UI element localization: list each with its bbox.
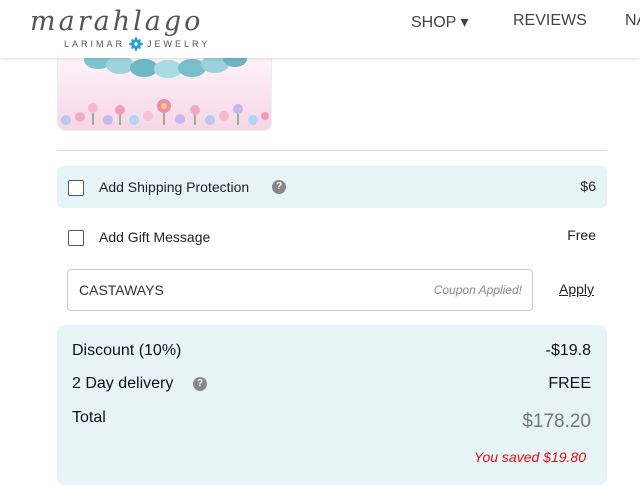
delivery-value: FREE: [548, 375, 591, 392]
main-nav: SHOP ▾ REVIEWS NA: [0, 12, 640, 32]
savings-text: You saved $19.80: [473, 449, 586, 465]
nav-more[interactable]: NA: [625, 12, 640, 30]
help-icon[interactable]: ?: [272, 180, 286, 194]
gift-message-checkbox[interactable]: [68, 230, 84, 246]
order-summary: Discount (10%) -$19.8 2 Day delivery ? F…: [57, 325, 607, 485]
nav-shop[interactable]: SHOP ▾: [411, 12, 469, 32]
logo-sub-right: JEWELRY: [147, 39, 211, 49]
coupon-status: Coupon Applied!: [433, 283, 522, 297]
delivery-label: 2 Day delivery: [72, 375, 174, 392]
discount-value: -$19.8: [545, 342, 591, 359]
coupon-input[interactable]: CASTAWAYS Coupon Applied!: [67, 269, 533, 311]
total-label: Total: [72, 409, 106, 426]
nav-reviews[interactable]: REVIEWS: [513, 12, 587, 30]
apply-coupon-button[interactable]: Apply: [559, 281, 594, 297]
site-header: marahlago LARIMAR JEWELRY SHOP ▾ REVIEWS…: [0, 0, 640, 58]
shipping-protection-row[interactable]: Add Shipping Protection ? $6: [57, 166, 607, 208]
floral-border: [61, 99, 269, 125]
section-divider: [57, 150, 607, 151]
logo-sub-left: LARIMAR: [64, 39, 126, 49]
coupon-code-value: CASTAWAYS: [79, 282, 164, 298]
flower-icon: [129, 37, 144, 51]
gift-message-price: Free: [567, 227, 596, 243]
shipping-protection-price: $6: [580, 178, 596, 194]
shipping-protection-checkbox[interactable]: [68, 180, 84, 196]
gift-message-label[interactable]: Add Gift Message: [99, 229, 210, 245]
total-value: $178.20: [522, 411, 591, 432]
discount-label: Discount (10%): [72, 342, 182, 359]
logo-subtitle: LARIMAR JEWELRY: [64, 37, 210, 51]
shipping-protection-label: Add Shipping Protection: [99, 179, 250, 195]
delivery-help-icon[interactable]: ?: [193, 377, 207, 391]
